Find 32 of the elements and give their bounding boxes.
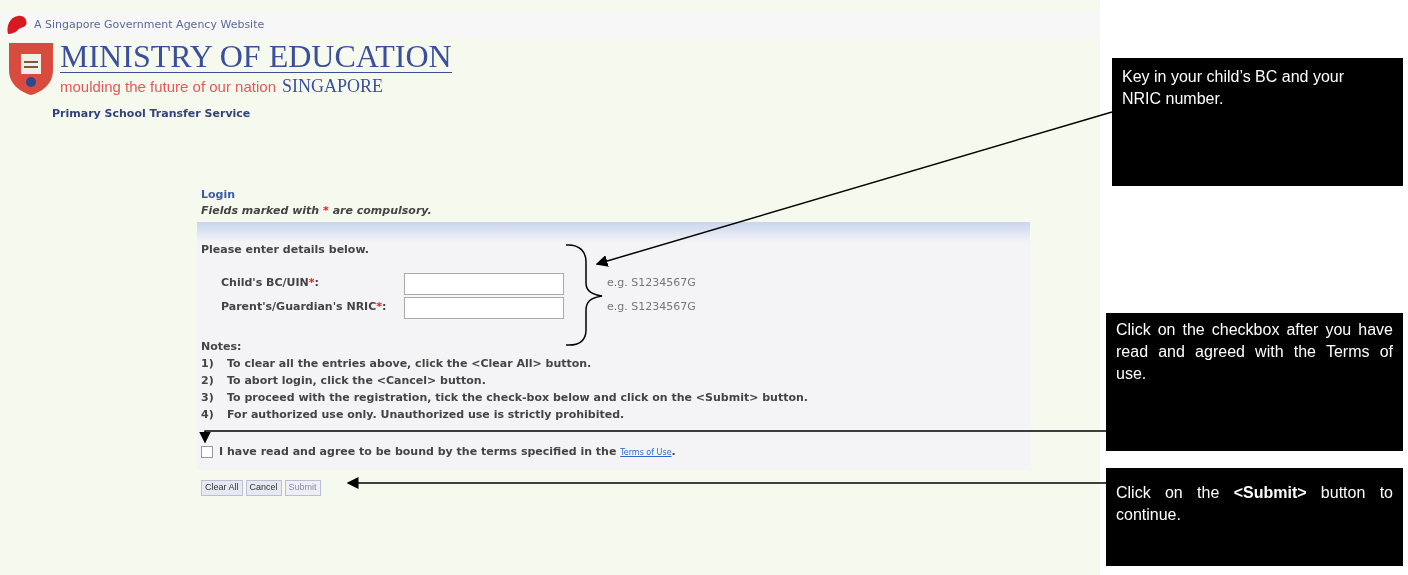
text-field[interactable]	[404, 296, 564, 319]
note-text: To proceed with the registration, tick the check-box below and click on the <Submit> button.	[227, 389, 809, 406]
compulsory-legend: Fields marked with * are compulsory.	[201, 203, 1030, 220]
section-title: Please enter details below.	[201, 241, 371, 258]
note-text: For authorized use only. Unauthorized use is strictly prohibited.	[227, 406, 625, 423]
note-number: 3)	[201, 389, 215, 406]
field-label: Child's BC/UIN*:	[221, 275, 320, 292]
note-number: 2)	[201, 372, 215, 389]
format-hint: e.g. S1234567G	[607, 299, 696, 316]
field-label: Parent's/Guardian's NRIC*:	[221, 299, 388, 316]
callout-text: Key in your child’s BC and your NRIC number.	[1122, 67, 1346, 109]
terms-link[interactable]: Terms of Use	[620, 447, 672, 457]
form-button[interactable]: Clear All	[201, 480, 243, 496]
note-text: To clear all the entries above, click the <Clear All> button.	[227, 355, 592, 372]
tagline: moulding the future of our nation	[60, 77, 276, 97]
login-heading: Login	[201, 186, 237, 203]
ministry-title: MINISTRY OF EDUCATION	[60, 40, 452, 73]
agree-text: I have read and agree to be bound by the terms specified in the Terms of Use.	[219, 443, 676, 460]
note-text: To abort login, click the <Cancel> button.	[227, 372, 486, 389]
note-number: 1)	[201, 355, 215, 372]
service-title: Primary School Transfer Service	[52, 106, 252, 122]
crest-icon	[6, 40, 56, 96]
agency-text: A Singapore Government Agency Website	[34, 16, 265, 33]
form-button[interactable]: Cancel	[245, 480, 282, 496]
text-field[interactable]	[404, 272, 564, 295]
callout-text: Click on the checkbox after you have read and agreed with the Terms of use.	[1116, 320, 1393, 384]
notes-title: Notes:	[201, 339, 243, 355]
callout-text: Click on the <Submit> button to continue.	[1116, 483, 1393, 525]
format-hint: e.g. S1234567G	[607, 275, 696, 292]
agree-checkbox[interactable]	[201, 445, 213, 458]
country-name: SINGAPORE	[282, 75, 383, 98]
note-number: 4)	[201, 406, 215, 423]
